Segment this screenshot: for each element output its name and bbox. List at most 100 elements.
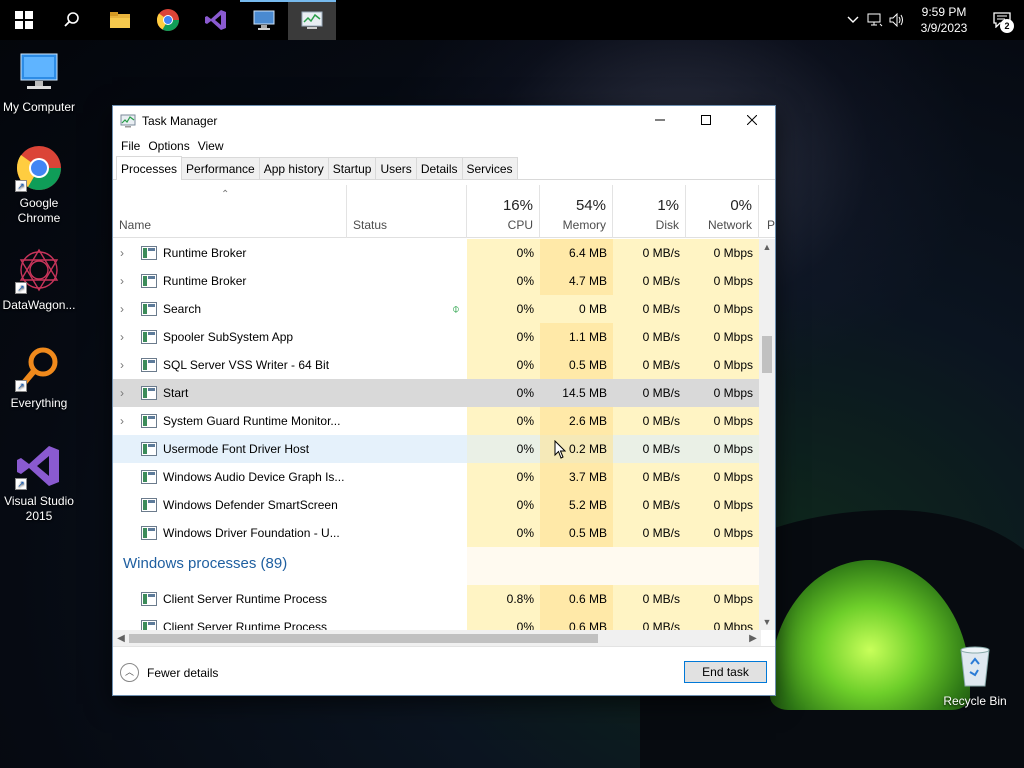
title-bar[interactable]: Task Manager [113, 106, 775, 136]
process-row[interactable]: › SQL Server VSS Writer - 64 Bit 0% 0.5 MB 0… [113, 351, 761, 379]
folder-icon [110, 12, 130, 28]
tab-services[interactable]: Services [461, 157, 518, 179]
process-row[interactable]: › Runtime Broker 0% 6.4 MB 0 MB/s 0 Mbps [113, 239, 761, 267]
memory-cell: 4.7 MB [540, 267, 613, 295]
column-header-row: ⌃ Name Status 16% CPU 54% Memory 1% Disk… [113, 185, 775, 238]
process-row[interactable]: Client Server Runtime Process 0.8% 0.6 MB 0… [113, 585, 761, 613]
column-header-name[interactable]: ⌃ Name [113, 185, 347, 238]
process-row[interactable]: › Runtime Broker 0% 4.7 MB 0 MB/s 0 Mbps [113, 267, 761, 295]
tab-users[interactable]: Users [375, 157, 417, 179]
vertical-scroll-thumb[interactable] [762, 336, 772, 373]
scroll-right-arrow-icon[interactable]: ▶ [745, 630, 761, 647]
tab-details[interactable]: Details [415, 157, 463, 179]
network-cell: 0 Mbps [686, 323, 759, 351]
horizontal-scroll-thumb[interactable] [129, 634, 598, 643]
menu-options[interactable]: Options [144, 139, 193, 153]
clock[interactable]: 9:59 PM 3/9/2023 [908, 4, 980, 36]
start-button[interactable] [0, 0, 48, 40]
cpu-cell: 0% [467, 613, 540, 630]
shortcut-arrow-icon: ↗ [15, 478, 27, 490]
disk-cell: 0 MB/s [613, 519, 686, 547]
taskbar-task-manager[interactable] [288, 0, 336, 40]
tab-app-history[interactable]: App history [258, 157, 329, 179]
scroll-up-arrow-icon[interactable]: ▲ [759, 239, 775, 255]
horizontal-scrollbar[interactable]: ◀ ▶ [113, 630, 761, 647]
memory-cell: 0.5 MB [540, 351, 613, 379]
process-row[interactable]: › Spooler SubSystem App 0% 1.1 MB 0 MB/s 0 Mb… [113, 323, 761, 351]
end-task-button[interactable]: End task [684, 661, 767, 683]
process-name: Runtime Broker [163, 246, 247, 260]
cpu-cell: 0% [467, 491, 540, 519]
disk-cell: 0 MB/s [613, 239, 686, 267]
column-header-power[interactable]: P [759, 185, 775, 238]
desktop-icon-my-computer[interactable]: My Computer [0, 48, 79, 115]
process-row[interactable]: Windows Audio Device Graph Is... 0% 3.7 MB… [113, 463, 761, 491]
vertical-scrollbar[interactable]: ▲ ▼ [759, 239, 775, 630]
column-header-network[interactable]: 0% Network [686, 185, 759, 238]
chevron-right-icon[interactable]: › [120, 386, 130, 400]
process-row[interactable]: › Search ⌽ 0% 0 MB 0 MB/s 0 Mbps [113, 295, 761, 323]
scroll-down-arrow-icon[interactable]: ▼ [759, 614, 775, 630]
process-icon [141, 442, 157, 456]
maximize-button[interactable] [683, 106, 729, 134]
process-row[interactable]: › System Guard Runtime Monitor... 0% 2.6 MB… [113, 407, 761, 435]
process-row[interactable]: Windows Defender SmartScreen 0% 5.2 MB 0 MB… [113, 491, 761, 519]
desktop-icon-chrome[interactable]: ↗ Google Chrome [0, 144, 79, 226]
taskbar-chrome[interactable] [144, 0, 192, 40]
chevron-up-icon[interactable] [842, 0, 864, 40]
column-header-status[interactable]: Status [347, 185, 467, 238]
desktop-icon-recycle-bin[interactable]: Recycle Bin [935, 642, 1015, 709]
process-row[interactable]: › Start 0% 14.5 MB 0 MB/s 0 Mbps [113, 379, 761, 407]
network-icon[interactable] [864, 0, 886, 40]
process-row[interactable]: Client Server Runtime Process 0% 0.6 MB 0 M… [113, 613, 761, 630]
printer-icon [141, 330, 157, 344]
column-header-memory[interactable]: 54% Memory [540, 185, 613, 238]
chevron-up-circle-icon: ︿ [120, 663, 139, 682]
desktop-icon-datawagon[interactable]: ↗ DataWagon... [0, 246, 79, 313]
process-icon [141, 358, 157, 372]
minimize-button[interactable] [637, 106, 683, 134]
network-cell: 0 Mbps [686, 519, 759, 547]
disk-cell: 0 MB/s [613, 379, 686, 407]
process-icon [141, 620, 157, 630]
chevron-right-icon[interactable]: › [120, 358, 130, 372]
scroll-left-arrow-icon[interactable]: ◀ [113, 630, 129, 647]
disk-cell: 0 MB/s [613, 491, 686, 519]
disk-cell: 0 MB/s [613, 463, 686, 491]
tab-performance[interactable]: Performance [181, 157, 260, 179]
close-button[interactable] [729, 106, 775, 134]
chevron-right-icon[interactable]: › [120, 330, 130, 344]
process-icon [141, 246, 157, 260]
menu-view[interactable]: View [194, 139, 228, 153]
network-cell: 0 Mbps [686, 295, 759, 323]
process-name: System Guard Runtime Monitor... [163, 414, 341, 428]
taskbar-file-explorer[interactable] [96, 0, 144, 40]
chevron-right-icon[interactable]: › [120, 414, 130, 428]
menu-file[interactable]: File [117, 139, 144, 153]
cpu-cell: 0% [467, 351, 540, 379]
fewer-details-link[interactable]: ︿ Fewer details [120, 663, 218, 682]
desktop-icon-label: Recycle Bin [943, 694, 1007, 708]
process-row[interactable]: Usermode Font Driver Host 0% 0.2 MB 0 MB/s 0… [113, 435, 761, 463]
chevron-right-icon[interactable]: › [120, 274, 130, 288]
network-cell: 0 Mbps [686, 239, 759, 267]
taskbar-remote-desktop[interactable] [240, 0, 288, 40]
tab-processes[interactable]: Processes [116, 156, 183, 180]
tab-startup[interactable]: Startup [327, 157, 377, 179]
group-header-windows-processes[interactable]: Windows processes (89) [113, 547, 761, 585]
process-name: Windows Defender SmartScreen [163, 498, 338, 512]
cpu-cell: 0% [467, 463, 540, 491]
volume-icon[interactable] [886, 0, 908, 40]
process-row[interactable]: Windows Driver Foundation - U... 0% 0.5 MB… [113, 519, 761, 547]
column-header-disk[interactable]: 1% Disk [613, 185, 686, 238]
cpu-cell: 0% [467, 407, 540, 435]
column-cpu-label: CPU [507, 218, 533, 232]
action-center-button[interactable]: 2 [980, 0, 1024, 40]
column-header-cpu[interactable]: 16% CPU [467, 185, 540, 238]
taskbar-visual-studio[interactable] [192, 0, 240, 40]
desktop-icon-everything[interactable]: ↗ Everything [0, 344, 79, 411]
search-button[interactable] [48, 0, 96, 40]
chevron-right-icon[interactable]: › [120, 302, 130, 316]
desktop-icon-visual-studio[interactable]: ↗ Visual Studio 2015 [0, 442, 79, 524]
chevron-right-icon[interactable]: › [120, 246, 130, 260]
